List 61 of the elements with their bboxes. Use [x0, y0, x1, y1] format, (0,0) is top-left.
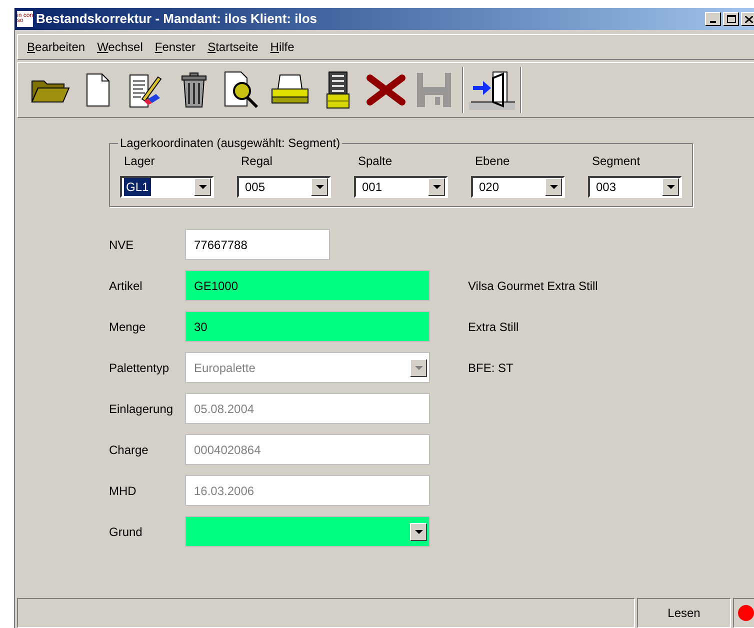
dropdown-arrow-button[interactable] — [545, 178, 562, 196]
caret-icon — [666, 185, 674, 189]
caret-icon — [198, 185, 206, 189]
menu-item[interactable]: Startseite — [208, 38, 258, 56]
caret-icon — [414, 530, 422, 534]
group-title: Lagerkoordinaten (ausgewählt: Segment) — [119, 135, 342, 152]
menu-item[interactable]: Fenster — [154, 38, 196, 56]
coordinate-dropdown[interactable]: 020 — [471, 176, 565, 198]
dropdown-arrow-button[interactable] — [428, 178, 445, 196]
field-label: Charge — [109, 442, 150, 458]
coordinate-dropdown[interactable]: GL1 — [120, 176, 214, 198]
info-text: Vilsa Gourmet Extra Still — [468, 278, 598, 294]
input-field[interactable]: 30 — [185, 311, 430, 342]
minimize-button[interactable] — [705, 12, 721, 26]
dropdown-arrow-button[interactable] — [662, 178, 679, 196]
coordinate-dropdown[interactable]: 003 — [588, 176, 682, 198]
caret-icon — [414, 366, 422, 370]
coordinate-label: Lager — [123, 153, 156, 170]
window-title: Bestandskorrektur - Mandant: ilos Klient: ilos — [36, 10, 317, 28]
menu-item[interactable]: Bearbeiten — [27, 38, 86, 56]
status-mode: Lesen — [637, 598, 731, 628]
close-button[interactable] — [741, 12, 754, 26]
dropdown-arrow-button[interactable] — [194, 178, 211, 196]
field-label: Menge — [109, 318, 147, 336]
dropdown-field[interactable] — [185, 516, 430, 547]
dropdown-value: 020 — [478, 179, 500, 196]
dropdown-value: 003 — [595, 179, 618, 196]
coordinate-dropdown[interactable]: 001 — [354, 176, 448, 198]
field-label: Grund — [109, 524, 144, 540]
field-label: MHD — [109, 482, 138, 500]
info-text: Extra Still — [468, 318, 519, 336]
menu-item[interactable]: Wechsel — [97, 38, 143, 56]
caret-icon — [550, 185, 558, 189]
field-label: Palettentyp — [109, 360, 170, 376]
document-icon — [85, 72, 111, 108]
field-label: Einlagerung — [109, 400, 174, 418]
dropdown-value: 001 — [361, 179, 384, 196]
coordinate-label: Spalte — [357, 153, 394, 170]
input-field[interactable]: GE1000 — [185, 270, 430, 301]
cancel-x-icon — [366, 74, 406, 106]
trash-can-icon — [180, 71, 208, 109]
close-icon — [745, 16, 753, 22]
scanner-icon — [325, 70, 351, 110]
exit-door-icon — [469, 70, 515, 110]
coordinate-label: Ebene — [474, 153, 511, 170]
document-magnifier-icon — [223, 70, 261, 110]
menu-item[interactable]: Hilfe — [270, 38, 294, 56]
coordinate-label: Regal — [240, 153, 274, 170]
caret-icon — [432, 185, 440, 189]
field-label: Artikel — [109, 278, 144, 294]
maximize-button[interactable] — [723, 12, 739, 26]
dropdown-arrow-button[interactable] — [410, 522, 427, 540]
dropdown-value: GL1 — [124, 178, 151, 196]
dropdown-value: 005 — [244, 179, 266, 196]
caret-icon — [316, 185, 324, 189]
dropdown-arrow-button[interactable] — [311, 178, 328, 196]
coordinate-dropdown[interactable]: 005 — [237, 176, 331, 198]
coordinate-label: Segment — [591, 153, 642, 170]
input-field[interactable]: 77667788 — [185, 229, 330, 260]
field-label: NVE — [109, 236, 135, 254]
info-text: BFE: ST — [468, 360, 514, 376]
